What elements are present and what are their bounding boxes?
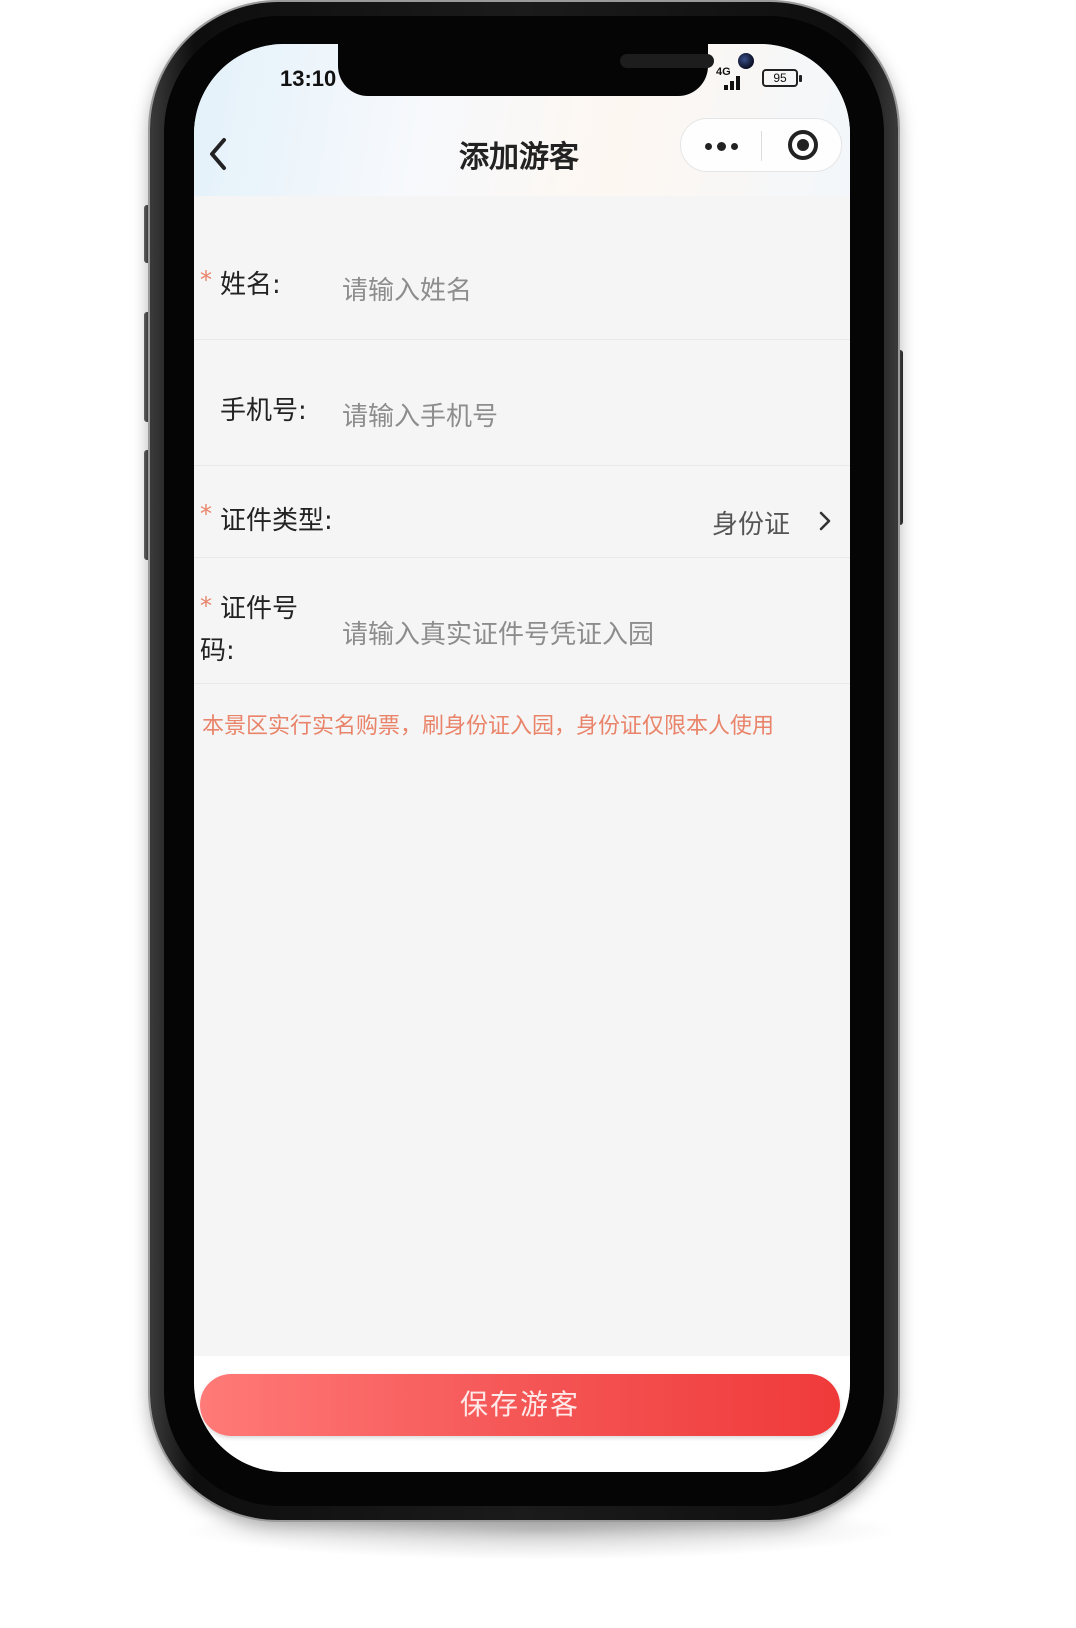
- required-mark: *: [200, 592, 212, 620]
- required-mark: *: [200, 500, 212, 528]
- signal-bars-icon: [716, 76, 740, 90]
- phone-input[interactable]: 请输入手机号: [342, 396, 498, 433]
- required-mark: *: [200, 266, 212, 294]
- id-number-input[interactable]: 请输入真实证件号凭证入园: [342, 614, 654, 651]
- form-row-id-type[interactable]: * 证件类型: 身份证: [194, 466, 850, 558]
- form-row-id-number: * 证件号 码: 请输入真实证件号凭证入园: [194, 558, 850, 684]
- device-mockup: 13:10 4G 95 添加游客 * 姓名: 请输入姓名 手机号: 请输入手机号…: [0, 0, 1076, 1628]
- back-button[interactable]: [200, 132, 240, 176]
- name-label: 姓名:: [220, 270, 281, 300]
- battery-icon: 95: [762, 69, 798, 87]
- close-miniprogram-button[interactable]: [762, 119, 842, 171]
- more-dots-icon-center: [717, 142, 726, 151]
- id-type-value[interactable]: 身份证: [712, 504, 790, 541]
- real-name-notice: 本景区实行实名购票，刷身份证入园，身份证仅限本人使用: [202, 714, 775, 739]
- battery-cap: [799, 75, 802, 82]
- save-visitor-button[interactable]: 保存游客: [200, 1374, 840, 1436]
- form-row-phone: 手机号: 请输入手机号: [194, 340, 850, 466]
- speaker-grille: [620, 54, 714, 68]
- id-type-label: 证件类型:: [220, 506, 333, 536]
- more-dots-icon-right: [731, 143, 738, 150]
- id-number-label-line2: 码:: [200, 636, 235, 666]
- notch: [338, 44, 754, 96]
- more-button[interactable]: [681, 119, 761, 171]
- status-time: 13:10: [280, 66, 337, 91]
- name-input[interactable]: 请输入姓名: [342, 270, 472, 307]
- more-dots-icon: [705, 143, 712, 150]
- id-number-label-line1: 证件号: [220, 594, 299, 624]
- phone-label: 手机号:: [220, 396, 307, 426]
- front-camera: [738, 53, 754, 69]
- page-title: 添加游客: [459, 140, 579, 175]
- target-dot-icon: [797, 139, 809, 151]
- app-screen: 13:10 4G 95 添加游客 * 姓名: 请输入姓名 手机号: 请输入手机号…: [194, 44, 850, 1472]
- chevron-right-icon: [819, 511, 831, 531]
- miniprogram-capsule: [680, 118, 842, 172]
- chevron-left-icon: [210, 138, 226, 170]
- form-row-name: * 姓名: 请输入姓名: [194, 234, 850, 340]
